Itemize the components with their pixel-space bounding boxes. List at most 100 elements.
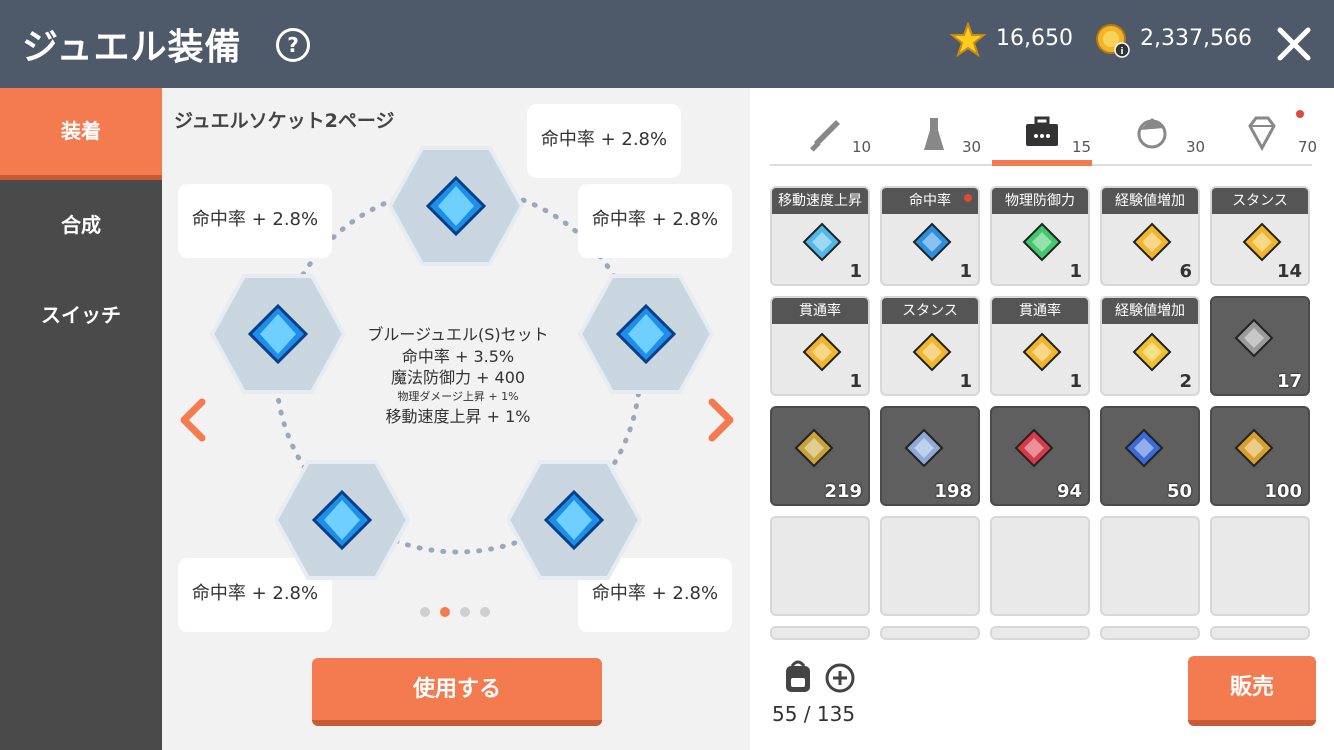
jewel-icon: [802, 332, 842, 372]
inventory-slot[interactable]: 命中率 1: [880, 186, 980, 286]
item-quantity: 1: [1069, 371, 1082, 392]
inventory-slot-empty[interactable]: [1100, 516, 1200, 616]
inventory-slot-empty[interactable]: [770, 516, 870, 616]
new-badge: [1296, 110, 1304, 118]
page-dot-active[interactable]: [440, 607, 450, 617]
inventory-slot[interactable]: 貫通率 1: [990, 296, 1090, 396]
inventory-slot[interactable]: 物理防御力 1: [990, 186, 1090, 286]
inventory-slot[interactable]: 50: [1100, 406, 1200, 506]
sidebar: 装着 合成 スイッチ: [0, 88, 162, 750]
item-quantity: 50: [1166, 481, 1192, 502]
jewel-icon: [1132, 332, 1172, 372]
item-quantity: 94: [1056, 481, 1082, 502]
jewel-icon: [1234, 428, 1274, 468]
backpack-icon: [786, 660, 810, 692]
slot-bonus-upper-right: 命中率 + 2.8%: [578, 184, 732, 258]
jewel-icon: [1132, 222, 1172, 262]
jewel-icon: [1234, 318, 1274, 358]
item-quantity: 1: [1069, 261, 1082, 282]
jewel-icon: [904, 428, 944, 468]
page-indicator: [420, 602, 500, 621]
inventory-slot-empty[interactable]: [880, 516, 980, 616]
page-dot[interactable]: [420, 607, 430, 617]
question-icon[interactable]: ?: [276, 28, 310, 62]
sidebar-item-switch[interactable]: スイッチ: [0, 272, 162, 358]
jewel-icon: [1124, 428, 1164, 468]
gem-socket[interactable]: [388, 146, 524, 266]
toolbox-icon: [1026, 116, 1058, 146]
item-label: 命中率: [882, 188, 978, 214]
close-icon[interactable]: [1274, 24, 1314, 64]
tab-etc[interactable]: 15: [992, 102, 1092, 166]
inventory-slot[interactable]: 移動速度上昇 1: [770, 186, 870, 286]
header-bar: ジュエル装備 ? 16,650 i 2,337,566: [0, 0, 1334, 88]
tab-jewel[interactable]: 70: [1236, 102, 1334, 166]
use-button[interactable]: 使用する: [312, 658, 602, 726]
item-label: 経験値増加: [1102, 298, 1198, 324]
inventory-tabs: 10 30 15 30 70: [770, 102, 1317, 166]
chevron-right-icon[interactable]: [706, 398, 736, 442]
inventory-slot[interactable]: 貫通率 1: [770, 296, 870, 396]
socket-panel: ジュエルソケット2ページ 命中率 + 2.8% 命中率 + 2.8% 命中率 +…: [162, 88, 750, 750]
page-dot[interactable]: [480, 607, 490, 617]
sword-icon: [810, 120, 840, 152]
inventory-slot-empty[interactable]: [880, 626, 980, 640]
item-quantity: 1: [849, 371, 862, 392]
item-quantity: 219: [824, 481, 862, 502]
inventory-slot-empty[interactable]: [990, 516, 1090, 616]
item-quantity: 14: [1276, 261, 1302, 282]
inventory-slot[interactable]: 219: [770, 406, 870, 506]
item-label: スタンス: [1212, 188, 1308, 214]
item-quantity: 1: [959, 371, 972, 392]
inventory-slot[interactable]: 17: [1210, 296, 1310, 396]
item-label: 貫通率: [992, 298, 1088, 324]
inventory-panel: 10 30 15 30 70 移動速度上昇 1 命中率 1 物理防御力 1 経験…: [750, 88, 1334, 750]
set-effect: 魔法防御力 + 400: [390, 368, 526, 387]
inventory-slot[interactable]: 100: [1210, 406, 1310, 506]
jewel-icon: [1014, 428, 1054, 468]
gem-socket[interactable]: [578, 274, 714, 394]
inventory-slot[interactable]: 経験値増加 2: [1100, 296, 1200, 396]
coin-icon: i: [1096, 24, 1130, 58]
inventory-slot[interactable]: スタンス 14: [1210, 186, 1310, 286]
tab-weapon[interactable]: 10: [790, 102, 890, 166]
gem-socket[interactable]: [210, 274, 346, 394]
tab-count: 70: [1298, 138, 1318, 156]
sidebar-item-equip[interactable]: 装着: [0, 88, 162, 180]
inventory-slot-empty[interactable]: [1210, 626, 1310, 640]
jewel-icon: [802, 222, 842, 262]
coin-amount: 2,337,566: [1140, 26, 1252, 51]
star-icon: [950, 22, 986, 58]
inventory-slot-empty[interactable]: [990, 626, 1090, 640]
star-amount: 16,650: [996, 26, 1073, 51]
tab-consumable[interactable]: 30: [900, 102, 1000, 166]
inventory-slot-empty[interactable]: [1100, 626, 1200, 640]
inventory-slot[interactable]: 経験値増加 6: [1100, 186, 1200, 286]
sidebar-item-synthesis[interactable]: 合成: [0, 182, 162, 268]
item-quantity: 6: [1179, 261, 1192, 282]
tab-count: 15: [1072, 138, 1092, 156]
item-quantity: 100: [1264, 481, 1302, 502]
inventory-slot-empty[interactable]: [770, 626, 870, 640]
jewel-icon: [1022, 332, 1062, 372]
tab-cosmetic[interactable]: 30: [1124, 102, 1224, 166]
item-label: スタンス: [882, 298, 978, 324]
inventory-slot-empty[interactable]: [1210, 516, 1310, 616]
new-badge: [964, 194, 972, 202]
slot-bonus-top: 命中率 + 2.8%: [527, 104, 681, 178]
sell-button[interactable]: 販売: [1188, 656, 1316, 726]
set-effect: 移動速度上昇 + 1%: [385, 407, 531, 426]
gem-socket[interactable]: [506, 460, 642, 580]
item-quantity: 1: [959, 261, 972, 282]
page-dot[interactable]: [460, 607, 470, 617]
tab-count: 30: [1186, 138, 1206, 156]
jewel-icon: [794, 428, 834, 468]
gem-socket[interactable]: [274, 460, 410, 580]
inventory-slot[interactable]: スタンス 1: [880, 296, 980, 396]
expand-inventory-icon[interactable]: [824, 662, 856, 694]
inventory-slot[interactable]: 94: [990, 406, 1090, 506]
inventory-slot[interactable]: 198: [880, 406, 980, 506]
item-label: 物理防御力: [992, 188, 1088, 214]
chevron-left-icon[interactable]: [178, 398, 208, 442]
item-label: 移動速度上昇: [772, 188, 868, 214]
